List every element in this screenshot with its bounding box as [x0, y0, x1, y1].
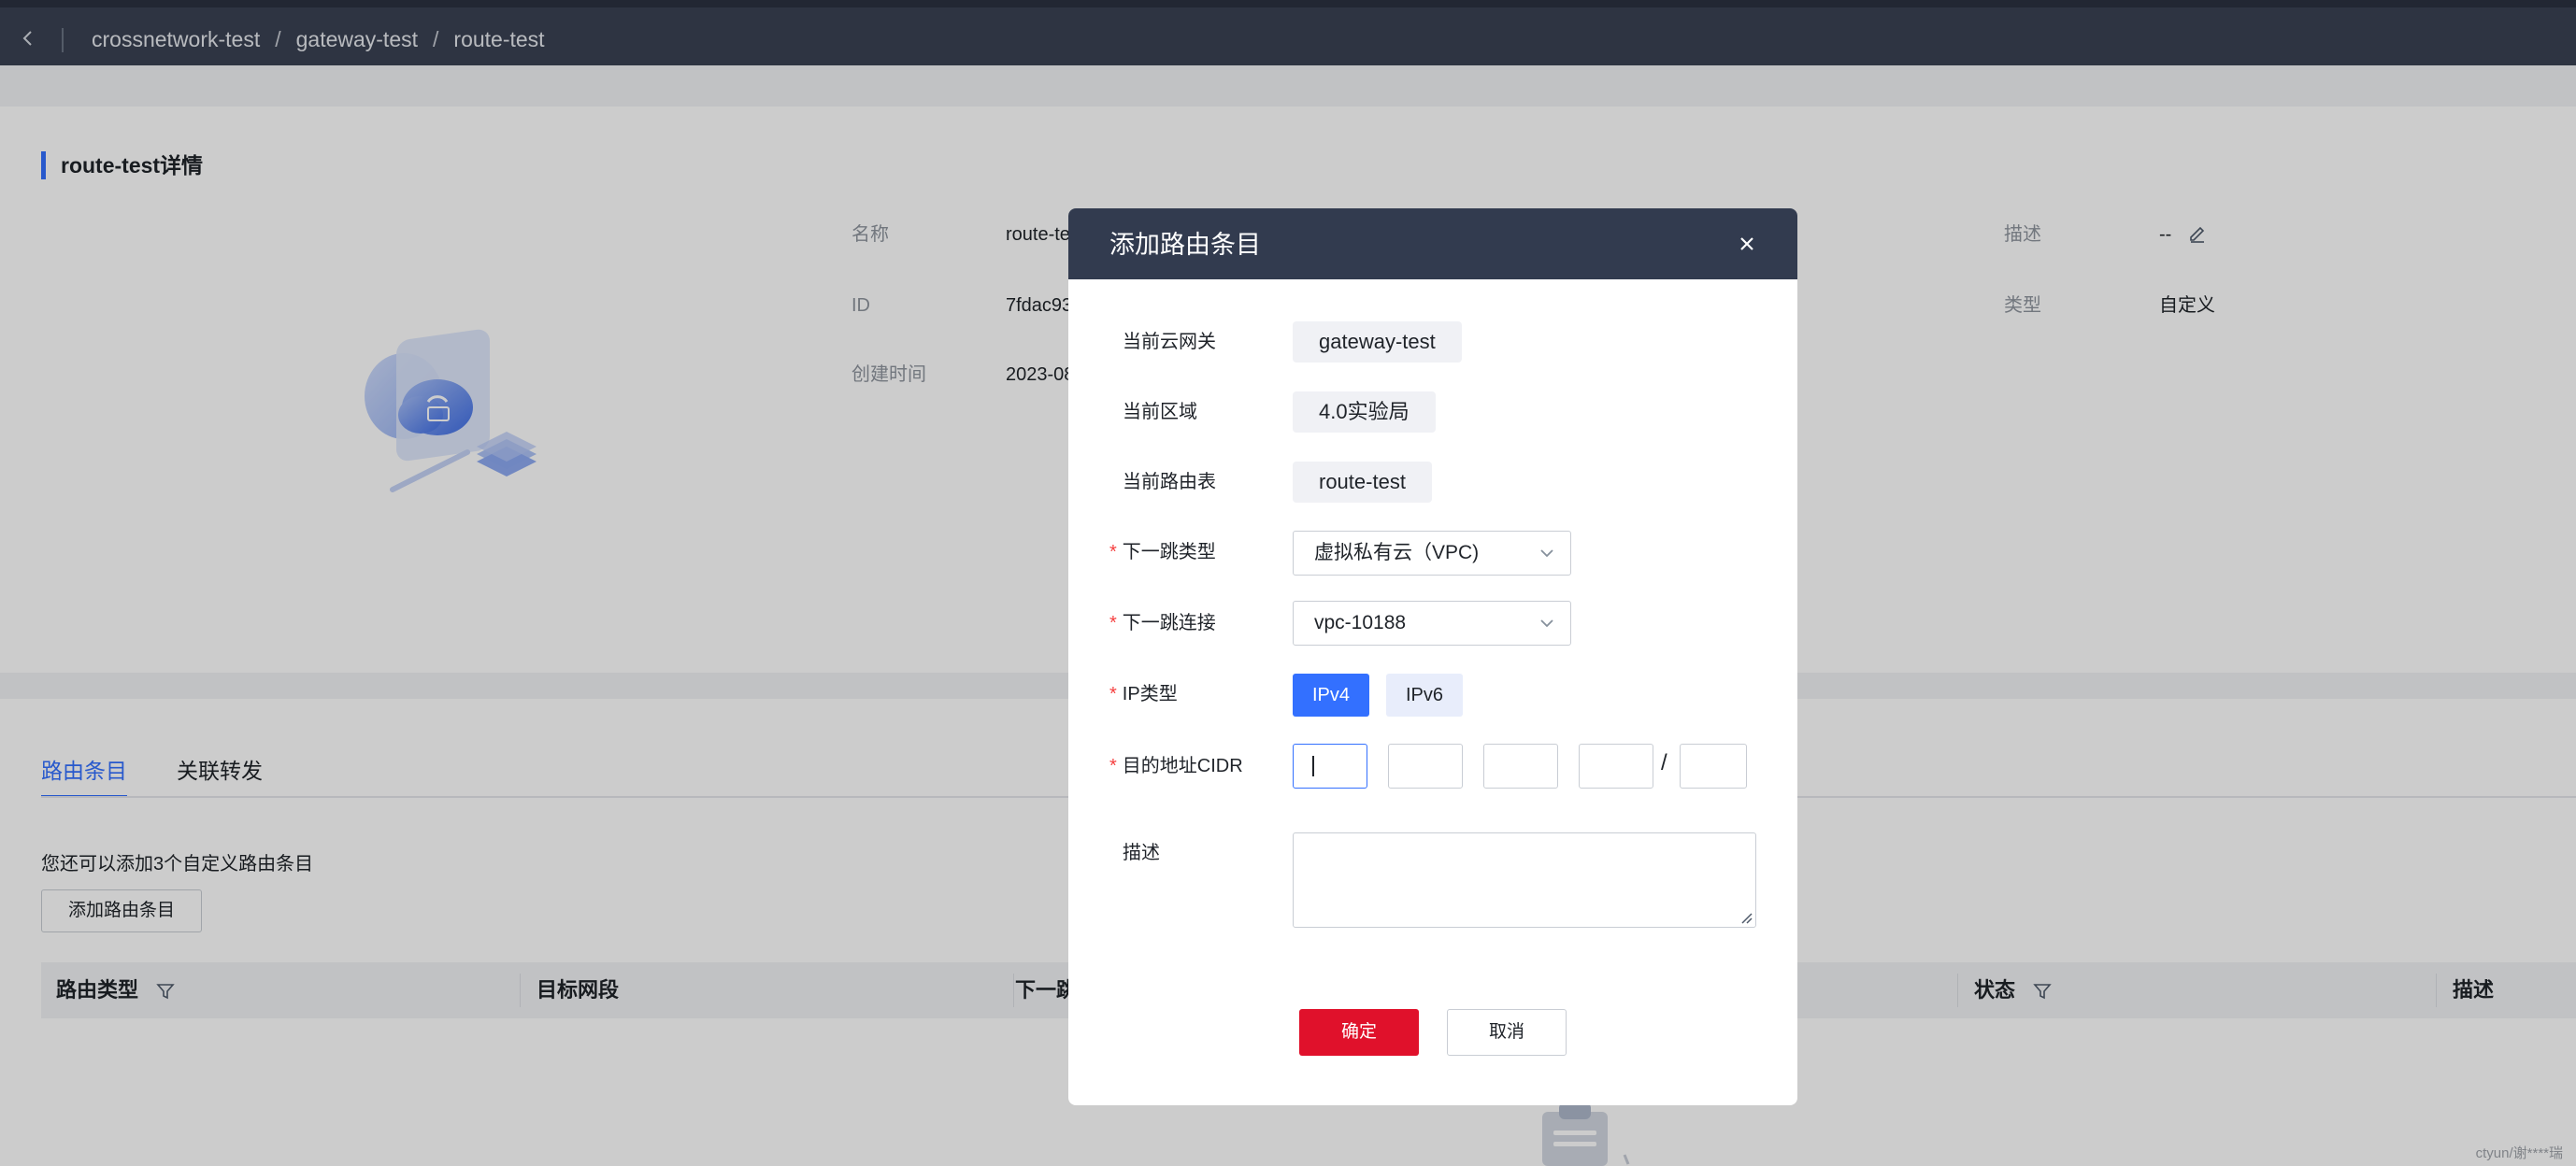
dialog-header: 添加路由条目 — [1068, 208, 1797, 279]
confirm-button[interactable]: 确定 — [1299, 1009, 1419, 1056]
cidr-prefix-input[interactable] — [1680, 744, 1747, 789]
cidr-octet-1-input[interactable] — [1293, 744, 1367, 789]
cidr-octet-3-input[interactable] — [1483, 744, 1558, 789]
next-hop-connection-selected: vpc-10188 — [1314, 612, 1407, 633]
ipv6-option-button[interactable]: IPv6 — [1386, 674, 1463, 717]
cancel-button[interactable]: 取消 — [1447, 1009, 1567, 1056]
ip-type-label: * IP类型 — [1109, 682, 1178, 706]
cidr-slash: / — [1661, 750, 1667, 775]
close-icon[interactable] — [1734, 231, 1760, 257]
current-region-value: 4.0实验局 — [1293, 391, 1436, 433]
current-region-label: 当前区域 — [1123, 402, 1197, 422]
current-route-table-label: 当前路由表 — [1123, 472, 1216, 492]
required-mark: * — [1109, 756, 1117, 776]
description-textarea[interactable] — [1293, 832, 1756, 928]
destination-cidr-label: * 目的地址CIDR — [1109, 754, 1243, 778]
cidr-octet-4-input[interactable] — [1579, 744, 1653, 789]
ip-type-label-text: IP类型 — [1122, 684, 1178, 704]
add-route-entry-dialog: 添加路由条目 当前云网关 gateway-test 当前区域 4.0实验局 当前… — [1068, 208, 1797, 1105]
required-mark: * — [1109, 613, 1117, 633]
chevron-down-icon — [1540, 619, 1553, 628]
next-hop-type-label-text: 下一跳类型 — [1122, 542, 1216, 562]
chevron-down-icon — [1540, 549, 1553, 558]
current-gateway-label: 当前云网关 — [1123, 332, 1216, 352]
dialog-title: 添加路由条目 — [1109, 231, 1261, 259]
cidr-octet-2-input[interactable] — [1388, 744, 1463, 789]
next-hop-connection-label: * 下一跳连接 — [1109, 611, 1216, 635]
required-mark: * — [1109, 684, 1117, 704]
next-hop-type-selected: 虚拟私有云（VPC) — [1314, 542, 1480, 563]
description-label: 描述 — [1123, 843, 1160, 863]
next-hop-connection-label-text: 下一跳连接 — [1122, 613, 1216, 633]
next-hop-connection-select[interactable]: vpc-10188 — [1293, 601, 1571, 646]
next-hop-type-select[interactable]: 虚拟私有云（VPC) — [1293, 531, 1571, 576]
next-hop-type-label: * 下一跳类型 — [1109, 540, 1216, 564]
current-gateway-value: gateway-test — [1293, 321, 1462, 363]
destination-cidr-label-text: 目的地址CIDR — [1122, 756, 1243, 776]
current-route-table-value: route-test — [1293, 462, 1432, 503]
resize-grip-icon[interactable] — [1737, 908, 1753, 925]
ipv4-option-button[interactable]: IPv4 — [1293, 674, 1369, 717]
required-mark: * — [1109, 542, 1117, 562]
